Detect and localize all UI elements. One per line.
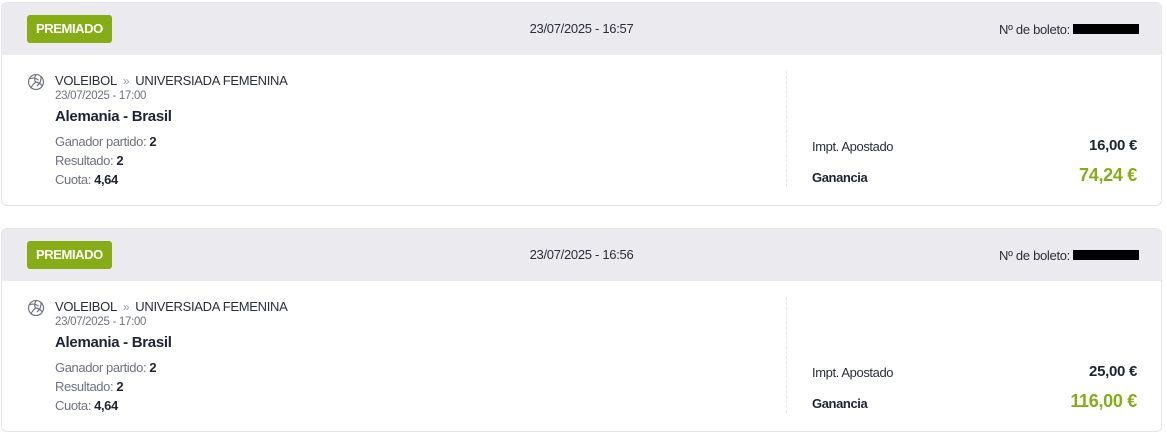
match-title: Alemania - Brasil [55,108,172,125]
ticket-number: Nº de boleto: [999,229,1139,281]
volleyball-icon [27,73,45,91]
sport-name: VOLEIBOL [55,73,117,88]
chevron-double-right-icon: » [122,299,130,314]
bet-ticket[interactable]: PREMIADO 23/07/2025 - 16:56 Nº de boleto… [1,228,1162,432]
placed-datetime: 23/07/2025 - 16:57 [529,21,634,36]
breadcrumb: VOLEIBOL » UNIVERSIADA FEMENINA [55,299,288,314]
winnings-value: 74,24 € [1079,165,1137,185]
stake-value: 16,00 € [1089,137,1137,154]
ticket-number-label: Nº de boleto: [999,21,1070,37]
ticket-body: VOLEIBOL » UNIVERSIADA FEMENINA 23/07/20… [2,281,1161,431]
winnings-label: Ganancia [812,170,868,185]
ticket-header: PREMIADO 23/07/2025 - 16:57 Nº de boleto… [2,3,1161,55]
result-value: 2 [116,153,124,168]
stake-label: Impt. Apostado [812,365,894,380]
market-label: Ganador partido: [55,134,150,149]
market-value: 2 [149,360,157,375]
breadcrumb: VOLEIBOL » UNIVERSIADA FEMENINA [55,73,288,88]
volleyball-icon [27,299,45,317]
market-line: Ganador partido: 2 [55,134,157,149]
market-value: 2 [149,134,157,149]
result-value: 2 [116,379,124,394]
winnings-label: Ganancia [812,396,868,411]
ticket-header: PREMIADO 23/07/2025 - 16:56 Nº de boleto… [2,229,1161,281]
event-datetime: 23/07/2025 - 17:00 [55,316,147,328]
odds-value: 4,64 [94,398,118,413]
market-label: Ganador partido: [55,360,150,375]
stake-value: 25,00 € [1089,363,1137,380]
result-label: Resultado: [55,153,117,168]
chevron-double-right-icon: » [122,73,130,88]
market-line: Ganador partido: 2 [55,360,157,375]
redacted-ticket-number [1073,24,1139,34]
competition-name: UNIVERSIADA FEMENINA [135,299,288,314]
odds-label: Cuota: [55,172,95,187]
match-title: Alemania - Brasil [55,334,172,351]
event-datetime: 23/07/2025 - 17:00 [55,90,147,102]
ticket-number-label: Nº de boleto: [999,247,1070,263]
bet-ticket[interactable]: PREMIADO 23/07/2025 - 16:57 Nº de boleto… [1,2,1162,206]
odds-label: Cuota: [55,398,95,413]
stake-label: Impt. Apostado [812,139,894,154]
winnings-value: 116,00 € [1070,391,1137,411]
divider [786,297,787,413]
ticket-body: VOLEIBOL » UNIVERSIADA FEMENINA 23/07/20… [2,55,1161,205]
result-label: Resultado: [55,379,117,394]
result-line: Resultado: 2 [55,153,124,168]
odds-line: Cuota: 4,64 [55,398,118,413]
sport-name: VOLEIBOL [55,299,117,314]
redacted-ticket-number [1073,250,1139,260]
odds-line: Cuota: 4,64 [55,172,118,187]
ticket-number: Nº de boleto: [999,3,1139,55]
odds-value: 4,64 [94,172,118,187]
result-line: Resultado: 2 [55,379,124,394]
competition-name: UNIVERSIADA FEMENINA [135,73,288,88]
placed-datetime: 23/07/2025 - 16:56 [529,247,634,262]
divider [786,71,787,187]
